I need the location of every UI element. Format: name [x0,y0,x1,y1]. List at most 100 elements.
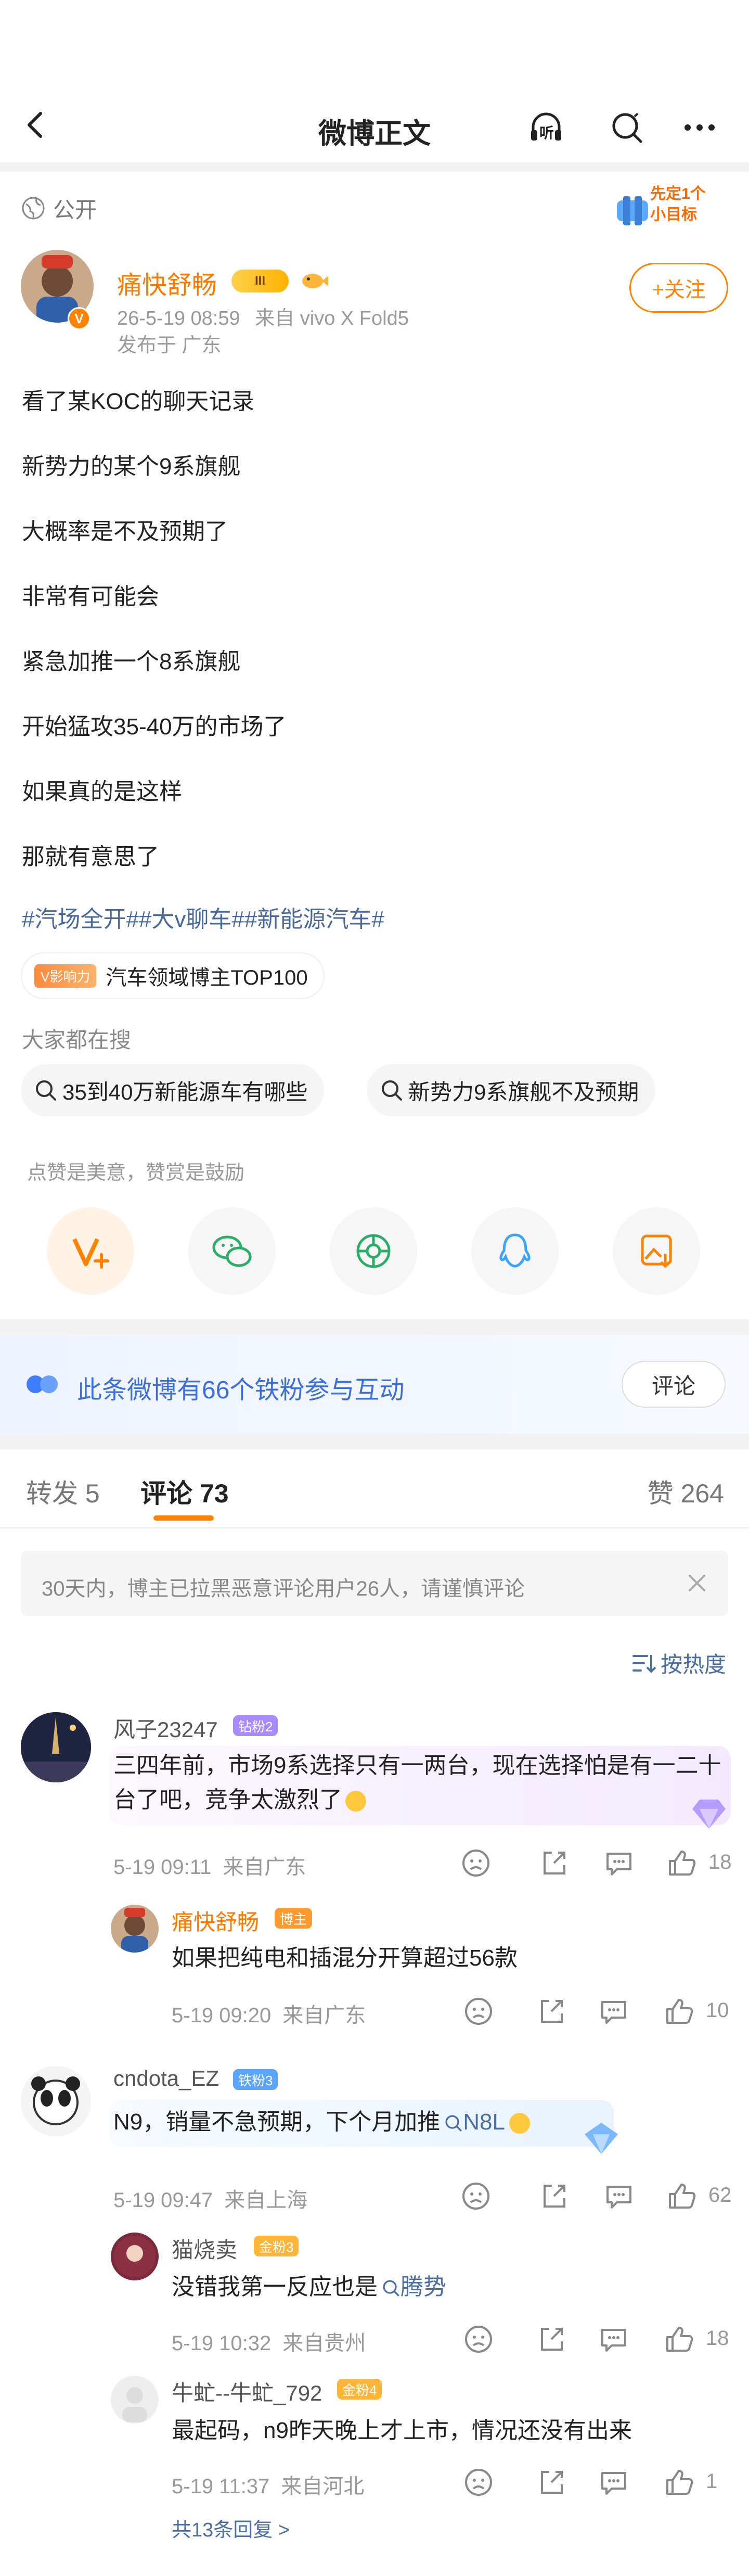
like-icon[interactable] [666,2180,697,2212]
dislike-icon[interactable] [463,2467,494,2498]
comment-text: N9，销量不急预期，下个月加推 N8L [113,2105,613,2139]
qq-button[interactable] [471,1207,559,1295]
level-badge-text: III [254,274,265,288]
view-more-replies[interactable]: 共13条回复 > [172,2514,290,2542]
comment-link[interactable]: N8L [444,2109,505,2135]
like-icon[interactable] [663,1996,694,2027]
sort-button[interactable]: 按热度 [631,1647,726,1679]
fan-badge: 铁粉3 [233,2069,278,2090]
search-section-label: 大家都在搜 [22,1028,132,1052]
comment-text-content: 三四年前，市场9系选择只有一两台，现在选择怕是有一二十台了吧，竞争太激烈了 [113,1753,721,1813]
reply-time-text: 5-19 09:20 [172,2004,272,2027]
search-icon [36,1080,56,1101]
tab-like[interactable]: 赞 264 [648,1473,724,1510]
author-name[interactable]: 痛快舒畅 [117,264,217,301]
comment-avatar[interactable] [21,1712,91,1782]
share-icon[interactable] [536,1996,567,2027]
emoji-icon [509,2113,530,2134]
like-count: 18 [708,1851,732,1873]
comment-icon[interactable] [598,2467,629,2498]
moments-button[interactable] [330,1207,417,1295]
listen-icon[interactable]: 听 [528,109,564,146]
tab-comment[interactable]: 评论 73 [140,1473,229,1510]
like-count: 18 [706,2327,729,2350]
post-topics[interactable]: #汽场全开##大v聊车##新能源汽车# [22,900,384,934]
reward-hint: 点赞是美意，赞赏是鼓励 [27,1162,245,1184]
share-icon[interactable] [536,2467,567,2498]
comment-author[interactable]: cndota_EZ [113,2066,219,2091]
reply-author[interactable]: 牛虻--牛虻_792 [172,2376,322,2407]
post-line: 大概率是不及预期了 [22,519,228,544]
influence-badge: V影响力 [34,964,97,988]
reply-link[interactable]: 腾势 [382,2274,446,2300]
goal-badge[interactable]: 先定1个小目标 [614,174,723,237]
fan-badge: 钻粉2 [233,1715,278,1736]
comment-icon[interactable] [598,1996,629,2027]
v-plus-button[interactable] [47,1207,134,1295]
visibility-row: 公开 [21,187,97,229]
follow-button[interactable]: +关注 [629,263,728,313]
comment-location: 来自上海 [224,2189,308,2212]
reply-avatar[interactable] [111,2376,159,2424]
search-refresh-icon[interactable] [609,109,645,146]
listen-label: 听 [539,125,554,141]
tab-repost[interactable]: 转发 5 [26,1473,100,1510]
dislike-icon[interactable] [460,2180,492,2212]
globe-icon [22,197,45,220]
dislike-icon[interactable] [460,1847,492,1879]
like-icon[interactable] [663,2467,694,2498]
more-icon[interactable] [681,109,718,146]
comment-location: 来自广东 [223,1856,306,1879]
post-location: 发布于 广东 [117,335,222,356]
reply-text: 如果把纯电和插混分开算超过56款 [172,1945,518,1971]
like-icon[interactable] [663,2324,694,2355]
divider [0,1527,749,1528]
dislike-icon[interactable] [463,1996,494,2027]
post-time: 26-5-19 08:59 [117,308,240,329]
like-icon[interactable] [666,1847,697,1879]
comment-icon[interactable] [603,2180,635,2212]
comment-icon[interactable] [598,2324,629,2355]
share-icon[interactable] [538,1847,570,1879]
reply-avatar[interactable] [111,1905,159,1953]
influence-tag[interactable]: V影响力 汽车领域博主TOP100 [21,952,325,999]
divider [0,1434,749,1449]
verified-icon: V [68,307,91,330]
reply-author[interactable]: 痛快舒畅 [172,1905,259,1936]
reply-time-text: 5-19 11:37 [172,2475,270,2498]
post-line: 开始猛攻35-40万的市场了 [22,714,287,739]
reply-time: 5-19 10:32 来自贵州 [172,2326,366,2356]
diamond-icon [692,1800,726,1829]
save-image-button[interactable] [613,1207,700,1295]
divider [0,162,749,172]
comment-time-text: 5-19 09:47 [113,2189,213,2212]
iron-fans-comment-button[interactable]: 评论 [622,1361,726,1408]
visibility-label: 公开 [53,197,97,222]
share-icon[interactable] [536,2324,567,2355]
search-suggestion-1[interactable]: 35到40万新能源车有哪些 [21,1064,325,1116]
share-icon[interactable] [538,2180,570,2212]
wechat-button[interactable] [188,1207,276,1295]
comment-icon[interactable] [603,1847,635,1879]
comment-avatar[interactable] [21,2066,91,2136]
iron-fans-banner: 此条微博有66个铁粉参与互动 评论 [0,1335,749,1434]
comment-time-text: 5-19 09:11 [113,1856,212,1879]
reply-author[interactable]: 猫烧卖 [172,2233,237,2264]
fan-badge: 金粉4 [337,2379,382,2400]
emoji-icon [345,1791,366,1812]
close-icon[interactable] [687,1573,707,1593]
iron-fans-text: 此条微博有66个铁粉参与互动 [77,1376,405,1404]
post-source: 来自 vivo X Fold5 [255,308,409,329]
search-icon [445,2115,462,2132]
level-badge: III [231,270,289,292]
reply-avatar[interactable] [111,2233,159,2280]
dislike-icon[interactable] [463,2324,494,2355]
goal-badge-text: 先定1个小目标 [650,185,706,223]
comment-author[interactable]: 风子23247 [113,1712,218,1744]
reply-time: 5-19 11:37 来自河北 [172,2469,364,2500]
comment-time: 5-19 09:47 来自上海 [113,2183,307,2213]
fish-icon [302,274,328,288]
post-line: 看了某KOC的聊天记录 [22,389,255,414]
post-meta: 26-5-19 08:59 来自 vivo X Fold5 [117,302,409,330]
search-suggestion-2[interactable]: 新势力9系旗舰不及预期 [367,1064,656,1116]
